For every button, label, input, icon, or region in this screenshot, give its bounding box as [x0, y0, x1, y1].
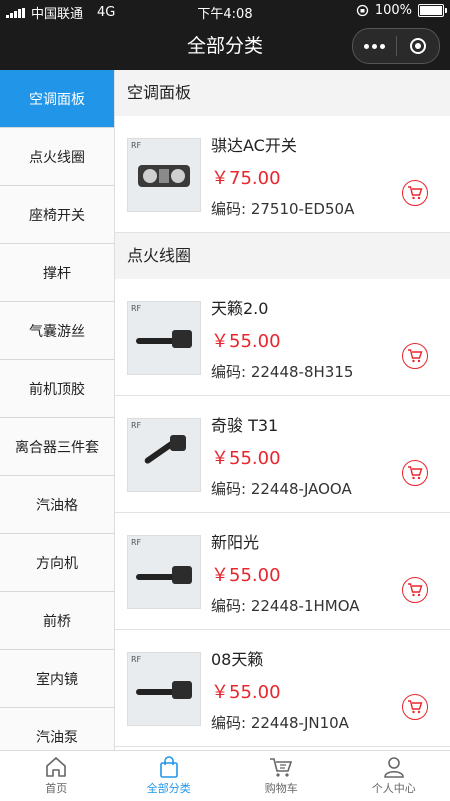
product-price: ￥55.00 — [211, 327, 281, 353]
product-price: ￥75.00 — [211, 164, 281, 190]
product-image: RF — [127, 535, 201, 609]
battery-percent: 100% — [375, 3, 412, 18]
miniprogram-capsule — [352, 28, 440, 64]
cart-icon — [407, 349, 423, 363]
tab-all-categories[interactable]: 全部分类 — [113, 751, 226, 801]
product-price: ￥55.00 — [211, 561, 281, 587]
sidebar-item-front-axle[interactable]: 前桥 — [0, 592, 114, 650]
bag-icon — [157, 756, 181, 778]
cart-icon — [407, 700, 423, 714]
sidebar-item-airbag-clockspring[interactable]: 气囊游丝 — [0, 302, 114, 360]
sidebar-item-interior-mirror[interactable]: 室内镜 — [0, 650, 114, 708]
product-name: 奇骏 T31 — [211, 412, 278, 436]
target-icon — [410, 38, 426, 54]
brand-logo: RF — [131, 421, 141, 430]
sidebar-item-seat-switch[interactable]: 座椅开关 — [0, 186, 114, 244]
nav-bar: 全部分类 — [0, 22, 450, 70]
product-price: ￥55.00 — [211, 678, 281, 704]
product-image: RF — [127, 418, 201, 492]
user-icon — [382, 756, 406, 778]
category-header: 空调面板 — [115, 70, 450, 116]
product-item[interactable]: RF 骐达AC开关 ￥75.00 编码: 27510-ED50A — [115, 116, 450, 233]
tab-label: 个人中心 — [372, 780, 416, 796]
product-name: 天籁2.0 — [211, 295, 268, 319]
tab-label: 购物车 — [265, 780, 298, 796]
add-to-cart-button[interactable] — [402, 180, 428, 206]
sidebar-item-steering-rack[interactable]: 方向机 — [0, 534, 114, 592]
sidebar-item-strut-mount[interactable]: 前机顶胶 — [0, 360, 114, 418]
brand-logo: RF — [131, 538, 141, 547]
add-to-cart-button[interactable] — [402, 343, 428, 369]
sidebar-item-ignition-coil[interactable]: 点火线圈 — [0, 128, 114, 186]
tab-cart[interactable]: 购物车 — [225, 751, 338, 801]
product-image: RF — [127, 652, 201, 726]
brand-logo: RF — [131, 304, 141, 313]
product-item[interactable]: RF 新阳光 ￥55.00 编码: 22448-1HMOA — [115, 513, 450, 630]
cart-icon — [407, 583, 423, 597]
more-button[interactable] — [353, 29, 396, 63]
product-code: 编码: 27510-ED50A — [211, 198, 354, 219]
product-code: 编码: 22448-1HMOA — [211, 595, 360, 616]
tab-bar: 首页 全部分类 购物车 个人中心 — [0, 750, 450, 801]
cart-icon — [268, 756, 294, 778]
cart-icon — [407, 186, 423, 200]
tab-label: 全部分类 — [147, 780, 191, 796]
cart-icon — [407, 466, 423, 480]
orientation-lock-icon — [356, 4, 369, 17]
product-name: 新阳光 — [211, 529, 259, 553]
battery-icon — [418, 4, 444, 17]
home-icon — [44, 756, 68, 778]
product-code: 编码: 22448-JAOOA — [211, 478, 352, 499]
product-list: 空调面板 RF 骐达AC开关 ￥75.00 编码: 27510-ED50A 点火… — [115, 70, 450, 750]
brand-logo: RF — [131, 655, 141, 664]
product-item[interactable]: RF 天籁2.0 ￥55.00 编码: 22448-8H315 — [115, 279, 450, 396]
tab-label: 首页 — [45, 780, 67, 796]
product-image: RF — [127, 138, 201, 212]
tab-home[interactable]: 首页 — [0, 751, 113, 801]
sidebar-item-strut[interactable]: 撑杆 — [0, 244, 114, 302]
product-item[interactable]: RF 08天籁 ￥55.00 编码: 22448-JN10A — [115, 630, 450, 747]
sidebar-item-ac-panel[interactable]: 空调面板 — [0, 70, 114, 128]
product-price: ￥55.00 — [211, 444, 281, 470]
product-item[interactable]: RF 奇骏 T31 ￥55.00 编码: 22448-JAOOA — [115, 396, 450, 513]
brand-logo: RF — [131, 141, 141, 150]
close-miniprogram-button[interactable] — [397, 29, 440, 63]
category-header: 点火线圈 — [115, 233, 450, 279]
sidebar-item-clutch-kit[interactable]: 离合器三件套 — [0, 418, 114, 476]
status-bar: 中国联通 4G 下午4:08 100% — [0, 0, 450, 22]
add-to-cart-button[interactable] — [402, 577, 428, 603]
sidebar-item-fuel-pump[interactable]: 汽油泵 — [0, 708, 114, 750]
add-to-cart-button[interactable] — [402, 460, 428, 486]
tab-profile[interactable]: 个人中心 — [338, 751, 450, 801]
more-dots-icon — [364, 44, 385, 49]
add-to-cart-button[interactable] — [402, 694, 428, 720]
product-name: 骐达AC开关 — [211, 132, 297, 156]
product-name: 08天籁 — [211, 646, 263, 670]
product-image: RF — [127, 301, 201, 375]
sidebar-item-fuel-filter[interactable]: 汽油格 — [0, 476, 114, 534]
product-code: 编码: 22448-JN10A — [211, 712, 349, 733]
product-code: 编码: 22448-8H315 — [211, 361, 353, 382]
category-sidebar: 空调面板 点火线圈 座椅开关 撑杆 气囊游丝 前机顶胶 离合器三件套 汽油格 方… — [0, 70, 115, 750]
